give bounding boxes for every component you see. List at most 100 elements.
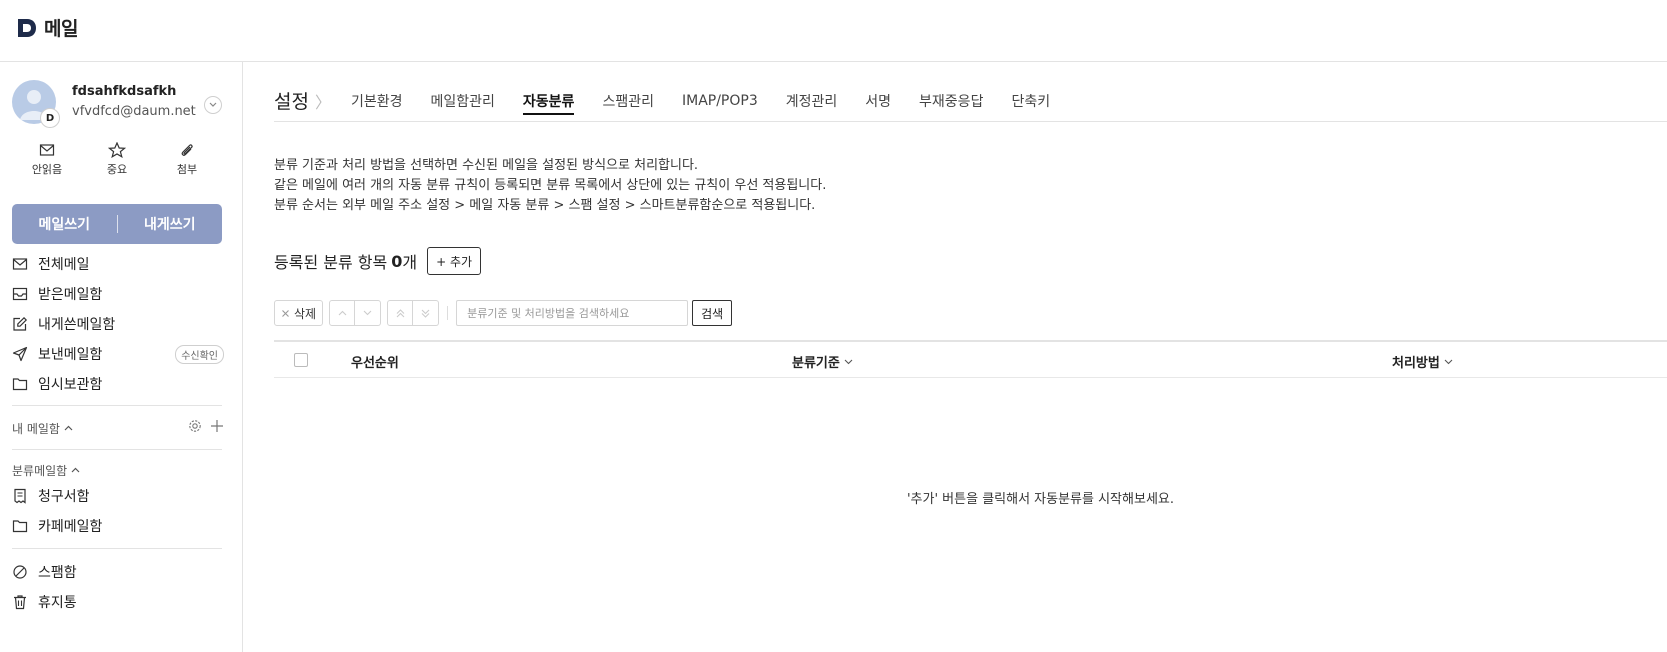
send-icon [12, 346, 28, 362]
move-top-button[interactable] [387, 300, 414, 326]
receipt-icon [12, 488, 28, 504]
sidebar-item-sent[interactable]: 보낸메일함 수신확인 [12, 343, 224, 365]
profile-name: fdsahfkdsafkh [72, 84, 177, 99]
move-down-button[interactable] [355, 300, 382, 326]
column-priority-label: 우선순위 [351, 356, 399, 371]
tab-imap-pop3[interactable]: IMAP/POP3 [682, 93, 758, 109]
registered-label: 등록된 분류 항목 [274, 253, 388, 272]
description: 분류 기준과 처리 방법을 선택하면 수신된 메일을 설정된 방식으로 처리합니… [274, 156, 826, 216]
category-section: 분류메일함 [12, 461, 224, 479]
description-line: 분류 기준과 처리 방법을 선택하면 수신된 메일을 설정된 방식으로 처리합니… [274, 158, 699, 173]
select-all-checkbox[interactable] [294, 353, 308, 367]
profile-toggle-button[interactable] [204, 96, 222, 114]
search-button[interactable]: 검색 [692, 300, 733, 326]
sidebar-item-inbox[interactable]: 받은메일함 [12, 283, 224, 305]
sidebar-item-drafts[interactable]: 임시보관함 [12, 373, 224, 395]
tab-signature[interactable]: 서명 [865, 91, 891, 111]
sidebar-item-label: 청구서함 [38, 489, 90, 505]
column-priority[interactable]: 우선순위 [351, 352, 399, 371]
app-title: 메일 [44, 18, 78, 40]
tab-auto-filter[interactable]: 자동분류 [522, 91, 574, 115]
sidebar-item-all-mail[interactable]: 전체메일 [12, 253, 224, 275]
read-receipt-button[interactable]: 수신확인 [175, 345, 224, 364]
move-edge-group [387, 300, 440, 326]
quick-actions: 안읽음 중요 첨부 [12, 142, 224, 182]
sidebar-item-label: 전체메일 [38, 257, 90, 273]
description-line: 같은 메일에 여러 개의 자동 분류 규칙이 등록되면 분류 목록에서 상단에 … [274, 178, 827, 193]
sidebar-divider [12, 449, 222, 450]
sidebar-item-label: 내게쓴메일함 [38, 317, 116, 333]
profile-email: vfvdfcd@daum.net [72, 104, 196, 119]
chevron-down-icon [209, 102, 217, 107]
breadcrumb-separator-icon: 〉 [314, 92, 331, 112]
write-to-self-button[interactable]: 내게쓰기 [118, 214, 223, 234]
category-section-label[interactable]: 분류메일함 [12, 462, 67, 479]
delete-label: 삭제 [294, 306, 317, 321]
tab-basic[interactable]: 기본환경 [351, 91, 403, 111]
quick-unread-button[interactable]: 안읽음 [12, 142, 82, 182]
sidebar-divider [12, 405, 222, 406]
close-icon [282, 309, 289, 317]
tab-spam[interactable]: 스팸관리 [602, 91, 654, 111]
sidebar-item-label: 휴지통 [38, 595, 77, 611]
sidebar-item-bills[interactable]: 청구서함 [12, 485, 224, 507]
chevron-up-icon[interactable] [71, 467, 80, 473]
edit-icon [12, 316, 28, 332]
sidebar-item-to-self[interactable]: 내게쓴메일함 [12, 313, 224, 335]
gear-icon[interactable] [188, 419, 202, 433]
sidebar-item-label: 스팸함 [38, 565, 77, 581]
tab-mailbox-management[interactable]: 메일함관리 [431, 91, 495, 111]
list-toolbar: 삭제 검색 [274, 299, 733, 327]
move-group [329, 300, 382, 326]
folder-icon [12, 518, 28, 534]
plus-icon[interactable] [210, 419, 224, 433]
trash-icon [12, 594, 28, 610]
write-mail-button[interactable]: 메일쓰기 [12, 214, 117, 234]
paperclip-icon [181, 144, 193, 156]
quick-important-button[interactable]: 중요 [82, 142, 152, 182]
chevron-down-icon [844, 359, 853, 364]
star-icon [108, 142, 126, 158]
delete-button[interactable]: 삭제 [274, 300, 324, 326]
sidebar-item-spam[interactable]: 스팸함 [12, 561, 224, 583]
empty-state-message: '추가' 버튼을 클릭해서 자동분류를 시작해보세요. [906, 492, 1174, 507]
my-mailbox-section: 내 메일함 [12, 419, 224, 437]
sidebar-item-label: 임시보관함 [38, 377, 103, 393]
registered-unit: 개 [402, 253, 418, 272]
my-mailbox-label[interactable]: 내 메일함 [12, 420, 60, 437]
search-input[interactable] [456, 300, 689, 326]
chevron-up-icon[interactable] [64, 425, 73, 431]
column-action[interactable]: 처리방법 [1392, 352, 1453, 371]
daum-logo-icon [18, 18, 36, 37]
page-title: 설정 [274, 91, 309, 113]
logo[interactable]: 메일 [16, 14, 78, 41]
quick-attachment-button[interactable]: 첨부 [152, 142, 222, 182]
envelope-icon [39, 144, 55, 156]
sidebar-item-label: 카페메일함 [38, 519, 103, 535]
column-criteria[interactable]: 분류기준 [792, 352, 853, 371]
registered-count: 0 [391, 251, 403, 271]
move-up-button[interactable] [329, 300, 356, 326]
tab-accounts[interactable]: 계정관리 [786, 91, 838, 111]
settings-tabs: 설정 〉 기본환경 메일함관리 자동분류 스팸관리 IMAP/POP3 계정관리… [274, 80, 1667, 122]
double-chevron-down-icon [421, 309, 430, 318]
column-action-label: 처리방법 [1392, 356, 1440, 371]
avatar-badge: D [40, 108, 60, 128]
sidebar-item-trash[interactable]: 휴지통 [12, 591, 224, 613]
chevron-down-icon [363, 310, 372, 316]
top-header: 메일 [0, 0, 1667, 62]
toolbar-divider [447, 306, 449, 320]
block-icon [12, 564, 28, 580]
move-bottom-button[interactable] [413, 300, 440, 326]
folder-icon [12, 376, 28, 392]
add-rule-button[interactable]: + 추가 [427, 247, 482, 275]
quick-important-label: 중요 [106, 163, 128, 176]
sidebar-item-label: 보낸메일함 [38, 347, 103, 363]
settings-main: 설정 〉 기본환경 메일함관리 자동분류 스팸관리 IMAP/POP3 계정관리… [274, 62, 1667, 652]
column-criteria-label: 분류기준 [792, 356, 840, 371]
sidebar-item-cafe[interactable]: 카페메일함 [12, 515, 224, 537]
tab-shortcuts[interactable]: 단축키 [1011, 91, 1050, 111]
double-chevron-up-icon [396, 308, 404, 317]
tab-auto-reply[interactable]: 부재중응답 [919, 91, 983, 111]
table-header: 우선순위 분류기준 처리방법 [274, 340, 1667, 378]
